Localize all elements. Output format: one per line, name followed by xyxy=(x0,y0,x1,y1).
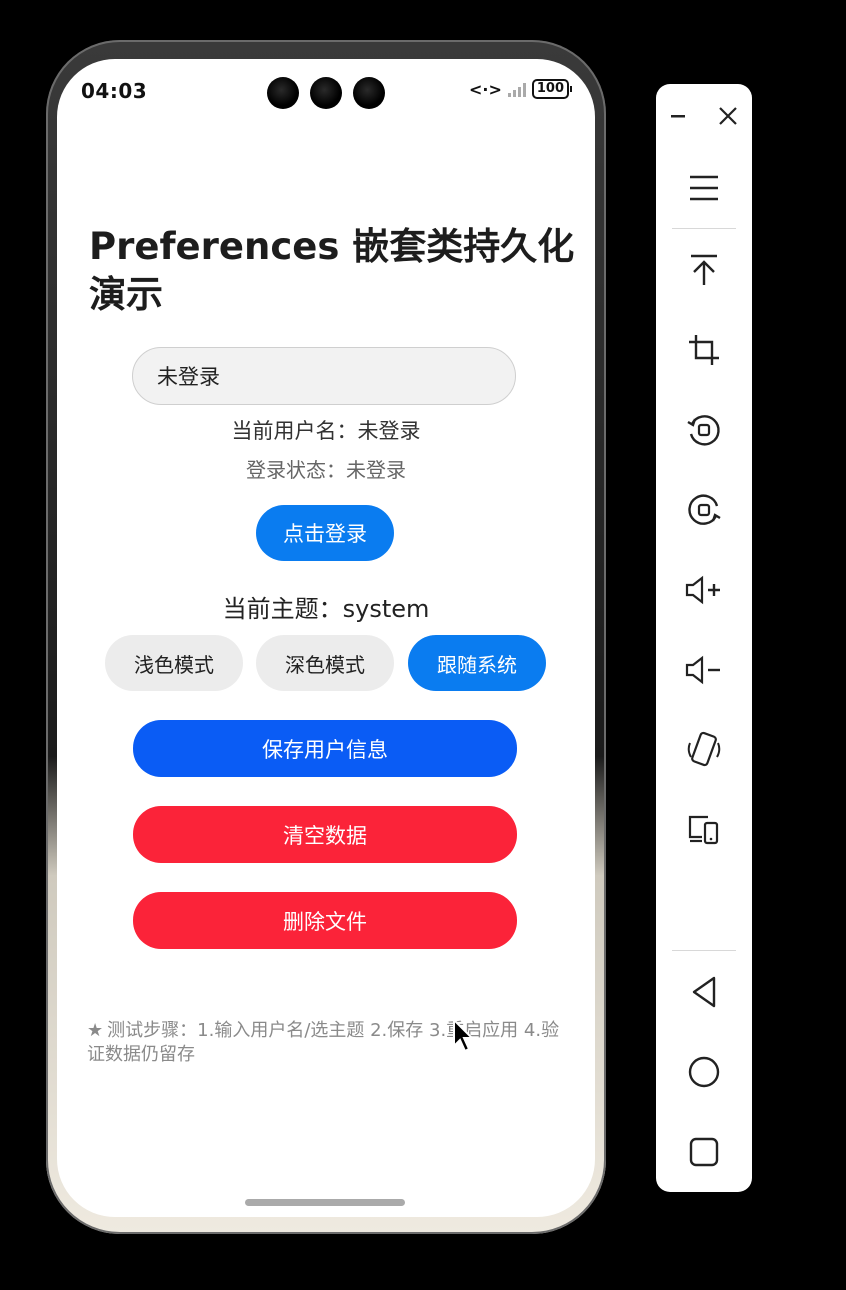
toolbar-divider xyxy=(672,950,736,951)
shake-icon[interactable] xyxy=(656,720,752,780)
camera-icon xyxy=(267,77,299,109)
menu-icon[interactable] xyxy=(656,158,752,218)
current-user-label: 当前用户名：未登录 xyxy=(231,419,421,443)
save-user-info-button[interactable]: 保存用户信息 xyxy=(133,720,517,777)
minimize-icon[interactable] xyxy=(660,98,700,134)
camera-icon xyxy=(310,77,342,109)
mouse-cursor-icon xyxy=(453,1018,474,1053)
current-theme-label: 当前主题：system xyxy=(222,595,430,623)
theme-light-button[interactable]: 浅色模式 xyxy=(105,635,243,691)
multi-device-icon[interactable] xyxy=(656,800,752,860)
close-icon[interactable] xyxy=(708,98,748,134)
theme-dark-button[interactable]: 深色模式 xyxy=(256,635,394,691)
recents-icon[interactable] xyxy=(656,1122,752,1182)
phone-screen: 04:03 <·> 100 Preferences 嵌套类持久化演示 当前用户名… xyxy=(57,59,595,1217)
clear-data-button[interactable]: 清空数据 xyxy=(133,806,517,863)
username-input[interactable] xyxy=(132,347,516,405)
status-time: 04:03 xyxy=(81,79,148,103)
emulator-toolbar xyxy=(656,84,752,1192)
battery-icon: 100 xyxy=(531,79,573,99)
crop-icon[interactable] xyxy=(656,320,752,380)
rotate-right-icon[interactable] xyxy=(656,480,752,540)
delete-file-button[interactable]: 删除文件 xyxy=(133,892,517,949)
star-icon: ★ xyxy=(87,1020,104,1041)
theme-system-button[interactable]: 跟随系统 xyxy=(408,635,546,691)
toolbar-divider xyxy=(672,228,736,229)
page-title: Preferences 嵌套类持久化演示 xyxy=(89,225,575,316)
login-button[interactable]: 点击登录 xyxy=(256,505,394,561)
camera-icon xyxy=(353,77,385,109)
volume-down-icon[interactable] xyxy=(656,640,752,700)
pin-top-icon[interactable] xyxy=(656,240,752,300)
rotate-left-icon[interactable] xyxy=(656,400,752,460)
developer-mode-icon: <·> xyxy=(468,79,502,99)
volume-up-icon[interactable] xyxy=(656,560,752,620)
test-steps-tip: ★ 测试步骤：1.输入用户名/选主题 2.保存 3.重启应用 4.验证数据仍留存 xyxy=(87,1019,567,1067)
home-icon[interactable] xyxy=(656,1042,752,1102)
status-icons: <·> 100 xyxy=(468,79,573,99)
signal-icon xyxy=(507,81,526,97)
back-icon[interactable] xyxy=(656,962,752,1022)
home-indicator[interactable] xyxy=(245,1199,405,1206)
tip-text: 测试步骤：1.输入用户名/选主题 2.保存 3.重启应用 4.验证数据仍留存 xyxy=(87,1020,560,1065)
login-status-label: 登录状态：未登录 xyxy=(246,458,406,482)
